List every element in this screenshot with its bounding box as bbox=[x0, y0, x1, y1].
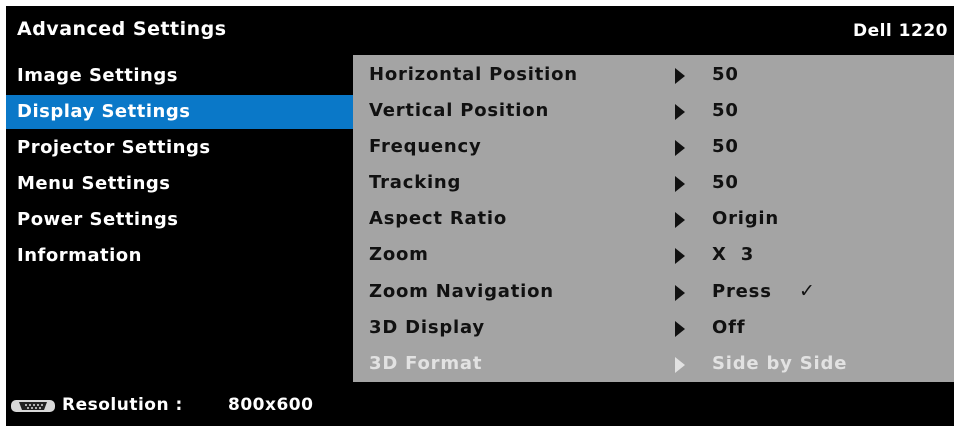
setting-value: Origin bbox=[712, 208, 780, 229]
setting-label: Zoom Navigation bbox=[369, 281, 554, 302]
setting-row-horizontal-position[interactable]: Horizontal Position 50 bbox=[353, 57, 954, 93]
setting-label: Horizontal Position bbox=[369, 64, 578, 85]
vga-connector-icon bbox=[11, 400, 55, 412]
menu-title: Advanced Settings bbox=[17, 18, 227, 40]
setting-label: 3D Format bbox=[369, 353, 483, 374]
arrow-right-icon bbox=[675, 212, 685, 228]
sidebar-item-image-settings[interactable]: Image Settings bbox=[6, 59, 353, 93]
sidebar-item-menu-settings[interactable]: Menu Settings bbox=[6, 167, 353, 201]
arrow-right-icon bbox=[675, 285, 685, 301]
sidebar-item-power-settings[interactable]: Power Settings bbox=[6, 203, 353, 237]
setting-row-zoom-navigation[interactable]: Zoom Navigation Press ✓ bbox=[353, 274, 954, 310]
status-bar: Resolution : 800x600 bbox=[6, 382, 954, 426]
setting-value: Side by Side bbox=[712, 353, 848, 374]
arrow-right-icon bbox=[675, 321, 685, 337]
arrow-right-icon bbox=[675, 68, 685, 84]
setting-row-frequency[interactable]: Frequency 50 bbox=[353, 129, 954, 165]
arrow-right-icon bbox=[675, 104, 685, 120]
setting-value: Press bbox=[712, 281, 772, 302]
arrow-right-icon bbox=[675, 357, 685, 373]
setting-label: Zoom bbox=[369, 244, 429, 265]
checkmark-icon: ✓ bbox=[799, 280, 815, 302]
setting-value: 50 bbox=[712, 136, 739, 157]
setting-row-aspect-ratio[interactable]: Aspect Ratio Origin bbox=[353, 201, 954, 237]
setting-value: 50 bbox=[712, 64, 739, 85]
setting-row-3d-display[interactable]: 3D Display Off bbox=[353, 310, 954, 346]
setting-label: 3D Display bbox=[369, 317, 485, 338]
arrow-right-icon bbox=[675, 140, 685, 156]
setting-row-3d-format: 3D Format Side by Side bbox=[353, 346, 954, 382]
settings-panel: Horizontal Position 50 Vertical Position… bbox=[353, 55, 954, 382]
arrow-right-icon bbox=[675, 176, 685, 192]
setting-value: X 3 bbox=[712, 244, 755, 265]
projector-model: Dell 1220 bbox=[852, 21, 948, 41]
resolution-value: 800x600 bbox=[228, 395, 314, 415]
resolution-label: Resolution : bbox=[62, 395, 183, 415]
setting-label: Frequency bbox=[369, 136, 482, 157]
sidebar-item-display-settings[interactable]: Display Settings bbox=[6, 95, 353, 129]
setting-label: Aspect Ratio bbox=[369, 208, 508, 229]
setting-label: Tracking bbox=[369, 172, 462, 193]
setting-value: 50 bbox=[712, 100, 739, 121]
sidebar: Image Settings Display Settings Projecto… bbox=[6, 55, 353, 382]
menu-header: Advanced Settings Dell 1220 bbox=[6, 6, 954, 55]
setting-row-tracking[interactable]: Tracking 50 bbox=[353, 165, 954, 201]
setting-label: Vertical Position bbox=[369, 100, 550, 121]
setting-row-zoom[interactable]: Zoom X 3 bbox=[353, 237, 954, 273]
arrow-right-icon bbox=[675, 248, 685, 264]
sidebar-item-information[interactable]: Information bbox=[6, 239, 353, 273]
osd-menu: Advanced Settings Dell 1220 Image Settin… bbox=[6, 6, 954, 426]
setting-row-vertical-position[interactable]: Vertical Position 50 bbox=[353, 93, 954, 129]
setting-value: Off bbox=[712, 317, 746, 338]
sidebar-item-projector-settings[interactable]: Projector Settings bbox=[6, 131, 353, 165]
setting-value: 50 bbox=[712, 172, 739, 193]
